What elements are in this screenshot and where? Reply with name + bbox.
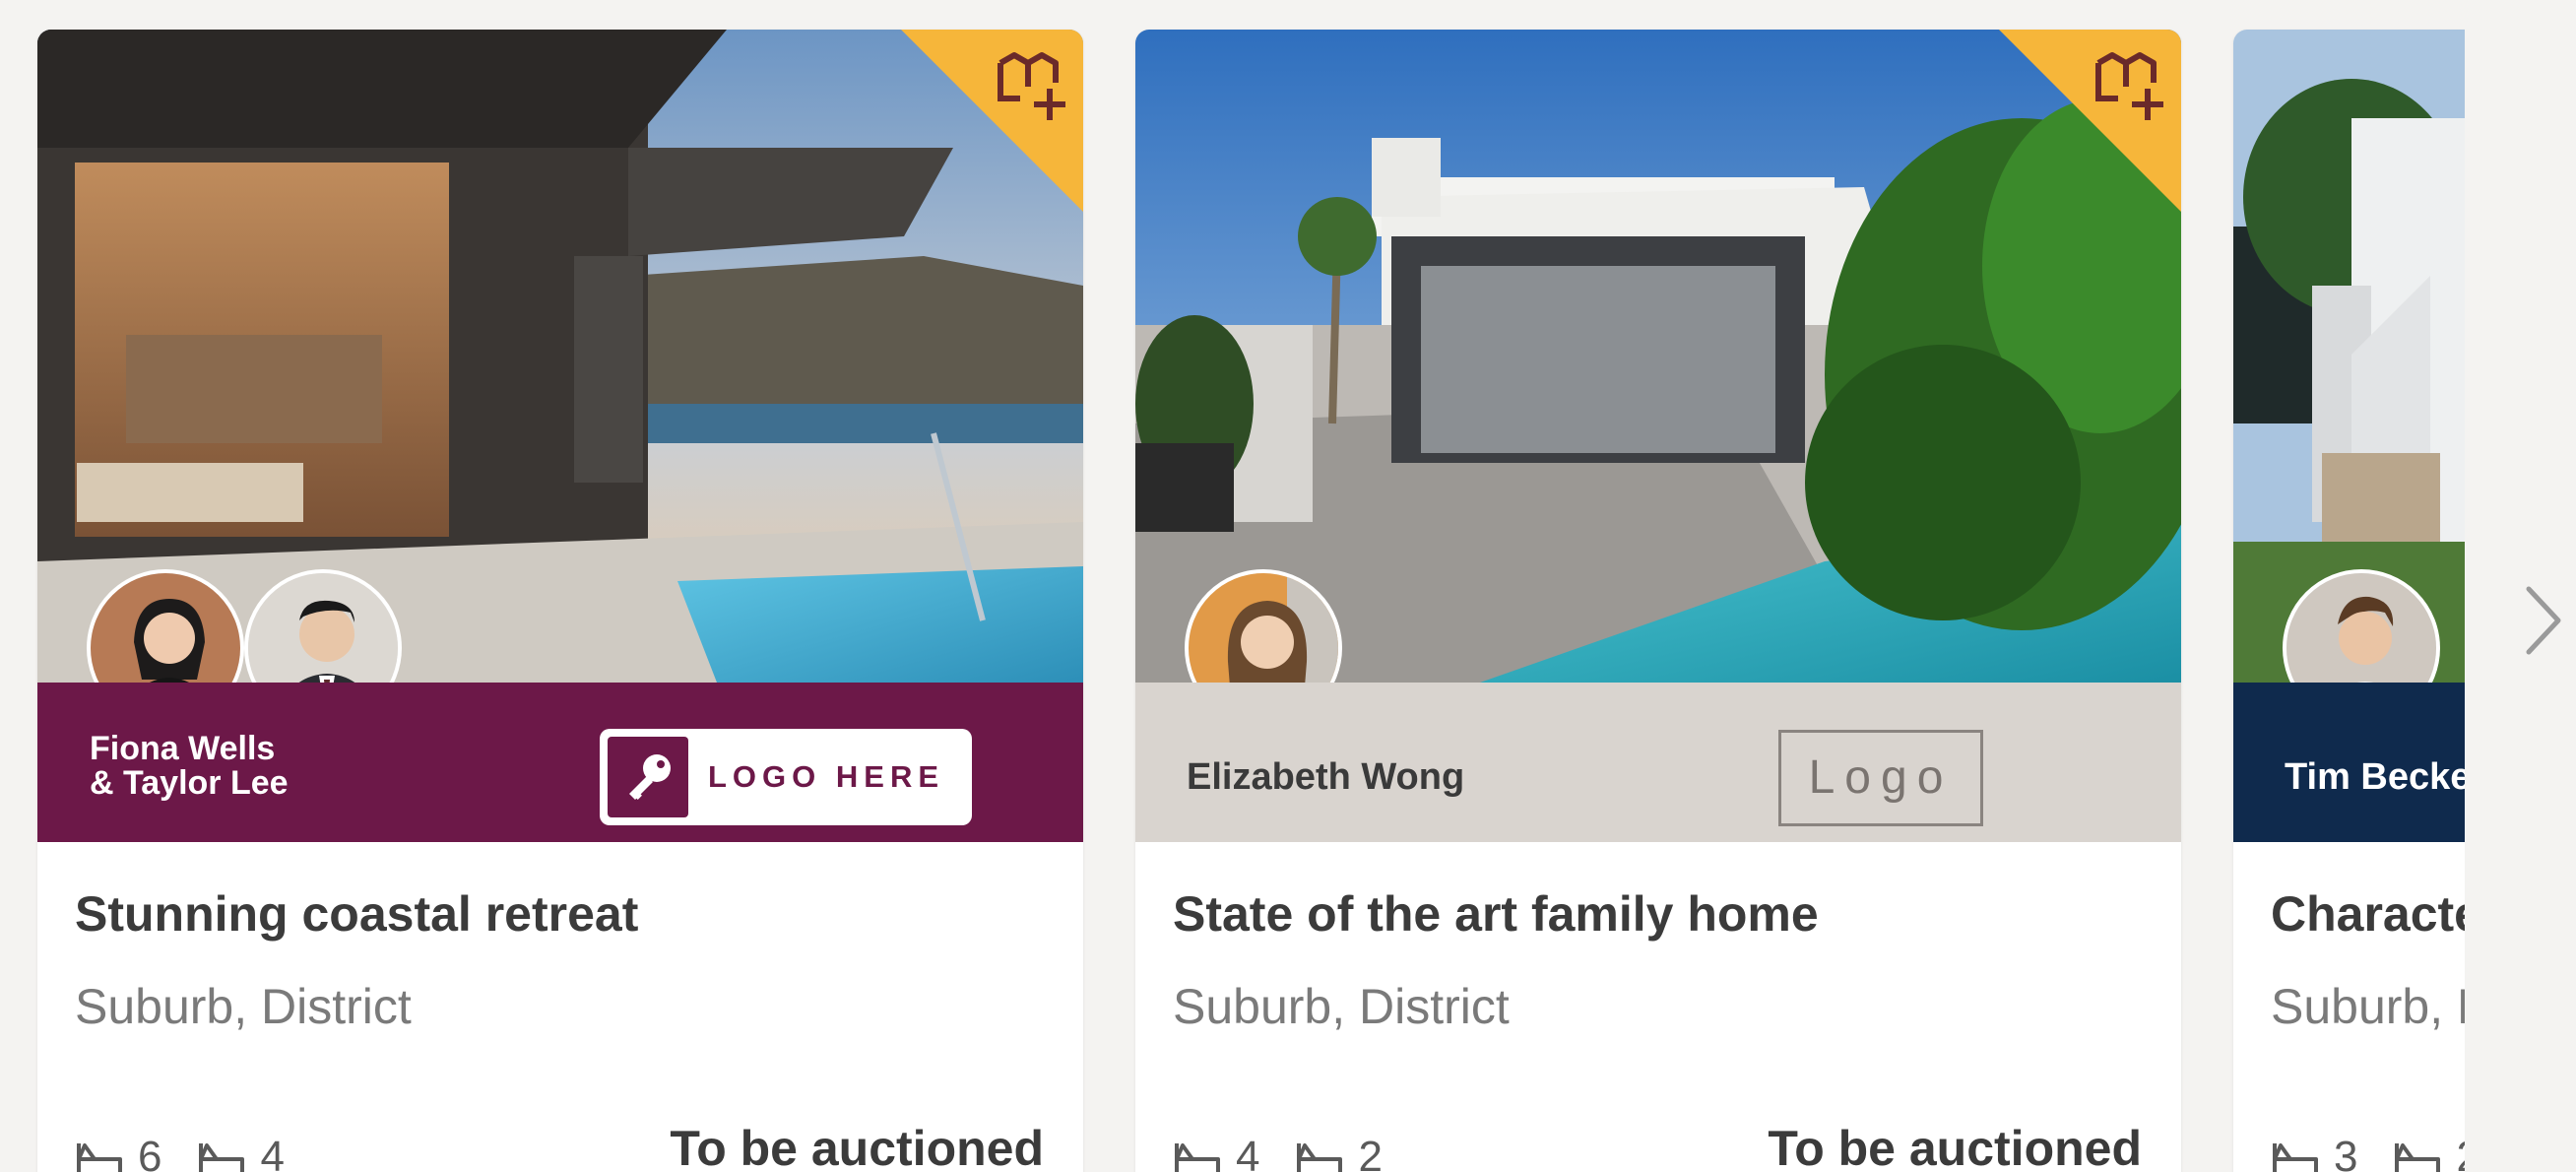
listing-card[interactable]: Fiona Wells & Taylor Lee LOGO HERE Stunn… [37,30,1083,1172]
key-icon [629,754,671,800]
listing-location: Suburb, District [75,979,412,1034]
agent-name: Elizabeth Wong [1187,756,1465,798]
agency-banner[interactable]: Tim Becker [2233,683,2465,842]
agency-banner[interactable]: Elizabeth Wong Logo [1135,683,2181,842]
bed-icon [77,1143,122,1172]
listing-photo[interactable] [37,30,1083,683]
agency-logo-text: LOGO HERE [708,759,945,794]
bed-icon [2273,1143,2318,1172]
sale-method: To be auctioned [670,1121,1044,1172]
bedroom-count: 3 [2334,1133,2358,1172]
open-home-plus-icon [998,52,1065,120]
listing-photo[interactable] [1135,30,2181,683]
chevron-right-icon [2526,586,2561,655]
listing-features: 4 2 [1173,1128,1418,1172]
agent-name: Tim Becker [2285,756,2465,798]
bath-icon [2395,1143,2441,1172]
bedroom-count: 4 [1236,1133,1260,1172]
listing-title[interactable]: State of the art family home [1173,885,1819,943]
listing-carousel: Fiona Wells & Taylor Lee LOGO HERE Stunn… [0,0,2465,1172]
bathroom-count: 4 [260,1133,285,1172]
listing-card[interactable]: Tim Becker Character home Suburb, Distri… [2233,30,2465,1172]
listing-location: Suburb, District [1173,979,1510,1034]
agency-logo: Logo [1778,730,1983,826]
bedroom-count: 6 [138,1133,162,1172]
listing-features: 3 2 [2271,1128,2465,1172]
bath-icon [199,1143,245,1172]
agency-logo: LOGO HERE [600,729,972,825]
listing-title[interactable]: Stunning coastal retreat [75,885,638,943]
listing-location: Suburb, District [2271,979,2465,1034]
open-home-plus-icon [2095,52,2163,120]
listing-features: 6 4 [75,1128,320,1172]
listing-title[interactable]: Character home [2271,885,2465,943]
listing-photo[interactable] [2233,30,2465,683]
agency-banner[interactable]: Fiona Wells & Taylor Lee LOGO HERE [37,683,1083,842]
bathroom-count: 2 [2456,1133,2465,1172]
listing-card[interactable]: Elizabeth Wong Logo State of the art fam… [1135,30,2181,1172]
bed-icon [1175,1143,1220,1172]
bathroom-count: 2 [1358,1133,1383,1172]
bath-icon [1297,1143,1343,1172]
sale-method: To be auctioned [1768,1121,2142,1172]
carousel-next-button[interactable] [2519,581,2566,660]
agent-name: Fiona Wells & Taylor Lee [90,730,289,802]
